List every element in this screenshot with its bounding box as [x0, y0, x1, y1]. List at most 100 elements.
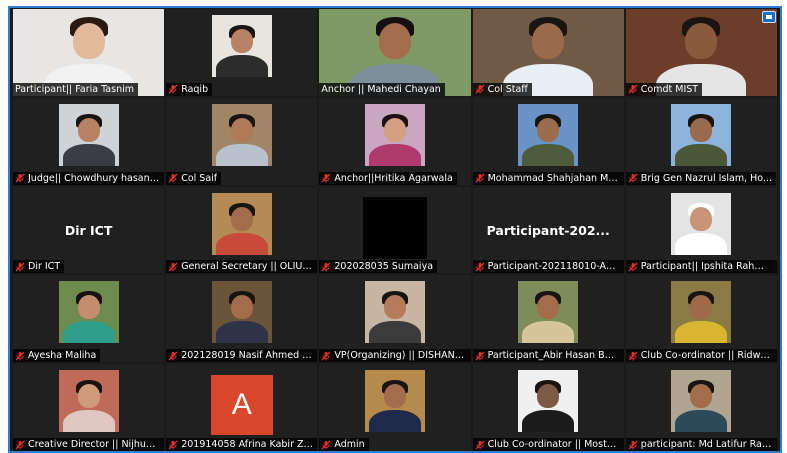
name-label-bar: participant: Md Latifur Rah... [625, 438, 777, 451]
name-label-bar: Mohammad Shahjahan MA... [472, 171, 624, 185]
name-label-bar: Dir ICT [13, 260, 65, 274]
name-label-bar: Anchor||Hritika Agarwala [319, 171, 457, 185]
participant-tile[interactable]: Anchor||Hritika Agarwala [319, 97, 471, 185]
participant-tile[interactable]: General Secretary || OLIULL... [166, 186, 318, 274]
mic-muted-icon [321, 351, 331, 361]
participant-tile[interactable]: Participant|| Faria Tasnim [13, 9, 165, 96]
participant-name: Col Staff [487, 83, 528, 95]
mic-muted-icon [168, 262, 178, 272]
participant-tile[interactable]: Creative Director || Nijhum ... [13, 364, 165, 451]
participant-name: Ayesha Maliha [28, 350, 97, 362]
participant-tile[interactable]: Mohammad Shahjahan MA... [472, 97, 624, 185]
name-label-bar: Admin [319, 438, 369, 451]
participant-display-name: Participant-202... [486, 222, 610, 238]
participant-name: General Secretary || OLIULL... [181, 261, 314, 273]
participant-tile[interactable]: 202028035 Sumaiya [319, 186, 471, 274]
participant-name: 202128019 Nasif Ahmed C... [181, 350, 314, 362]
mic-muted-icon [628, 351, 638, 361]
participant-tile[interactable]: A 201914058 Afrina Kabir Zinia [166, 364, 318, 451]
participant-tile[interactable]: Participant_Abir Hasan Bhui... [472, 275, 624, 363]
avatar: A [210, 375, 273, 436]
name-label-bar: VP(Organizing) || DISHAN ... [319, 349, 471, 363]
participant-name: 201914058 Afrina Kabir Zinia [181, 439, 314, 450]
participant-tile[interactable]: Raqib [166, 9, 318, 96]
participant-video [211, 103, 272, 166]
participant-name: Anchor||Hritika Agarwala [334, 172, 453, 184]
participant-name: Participant_Abir Hasan Bhui... [487, 350, 620, 362]
name-label-bar: Comdt MIST [625, 82, 703, 96]
participant-video [671, 192, 732, 255]
participant-name: Participant|| Faria Tasnim [15, 83, 134, 95]
participant-tile[interactable]: Ayesha Maliha [13, 275, 165, 363]
mic-muted-icon [475, 84, 485, 94]
participant-tile[interactable]: Participant|| Ipshita Rahma... [625, 186, 777, 274]
participant-name: 202028035 Sumaiya [334, 261, 434, 273]
participant-video [58, 370, 119, 433]
name-label-bar: 201914058 Afrina Kabir Zinia [166, 438, 318, 451]
participant-name: Comdt MIST [640, 83, 699, 95]
participant-tile[interactable]: 202128019 Nasif Ahmed C... [166, 275, 318, 363]
name-label-bar: Ayesha Maliha [13, 349, 101, 363]
participant-video [211, 192, 272, 255]
participant-tile[interactable]: Club Co-ordinator || Mosto... [472, 364, 624, 451]
participant-name: Participant|| Ipshita Rahma... [640, 261, 773, 273]
mic-muted-icon [321, 173, 331, 183]
mic-muted-icon [15, 173, 25, 183]
participant-video [518, 281, 579, 344]
participant-name: Creative Director || Nijhum ... [28, 439, 161, 450]
participant-video [211, 281, 272, 344]
mic-muted-icon [15, 351, 25, 361]
name-label-bar: Participant_Abir Hasan Bhui... [472, 349, 624, 363]
participant-name: participant: Md Latifur Rah... [640, 439, 773, 450]
name-label-bar: Brig Gen Nazrul Islam, Ho... [625, 171, 777, 185]
participant-video [364, 370, 425, 433]
participant-tile[interactable]: Col Saif [166, 97, 318, 185]
name-label-bar: Anchor || Mahedi Chayan [319, 82, 445, 96]
name-label-bar: Participant|| Ipshita Rahma... [625, 260, 777, 274]
participant-video [671, 103, 732, 166]
participant-video [671, 370, 732, 433]
mic-muted-icon [321, 440, 331, 450]
participant-tile[interactable]: Admin [319, 364, 471, 451]
participant-name: Anchor || Mahedi Chayan [321, 83, 441, 95]
participant-tile[interactable]: Participant-202... Participant-202118010-… [472, 186, 624, 274]
name-label-bar: Judge|| Chowdhury hasan i... [13, 171, 165, 185]
participant-video [364, 281, 425, 344]
participant-video [211, 15, 272, 77]
participant-tile[interactable]: Club Co-ordinator || Ridwa... [625, 275, 777, 363]
mic-muted-icon [15, 440, 25, 450]
name-label-bar: Club Co-ordinator || Mosto... [472, 438, 624, 451]
participant-name: Judge|| Chowdhury hasan i... [28, 172, 161, 184]
participant-tile[interactable]: VP(Organizing) || DISHAN ... [319, 275, 471, 363]
name-label-bar: Club Co-ordinator || Ridwa... [625, 349, 777, 363]
participant-video [364, 103, 425, 166]
mic-muted-icon [321, 262, 331, 272]
name-label-bar: 202128019 Nasif Ahmed C... [166, 349, 318, 363]
participant-video [671, 281, 732, 344]
mic-muted-icon [628, 84, 638, 94]
participant-name: Raqib [181, 83, 209, 95]
name-label-bar: Participant|| Faria Tasnim [13, 82, 138, 96]
participant-tile[interactable]: Judge|| Chowdhury hasan i... [13, 97, 165, 185]
participant-name: Col Saif [181, 172, 218, 184]
participant-tile[interactable]: Comdt MIST [625, 9, 777, 96]
participant-video [362, 196, 427, 259]
participant-tile[interactable]: Anchor || Mahedi Chayan [319, 9, 471, 96]
gallery-view: Participant|| Faria Tasnim Raqib Anchor ||… [8, 6, 782, 453]
participant-name: Mohammad Shahjahan MA... [487, 172, 620, 184]
mic-muted-icon [168, 351, 178, 361]
screen-share-icon[interactable] [762, 11, 776, 23]
mic-muted-icon [628, 173, 638, 183]
participant-tile[interactable]: Brig Gen Nazrul Islam, Ho... [625, 97, 777, 185]
mic-muted-icon [168, 84, 178, 94]
participant-video [518, 370, 579, 433]
participant-tile[interactable]: participant: Md Latifur Rah... [625, 364, 777, 451]
participant-tile[interactable]: Dir ICT Dir ICT [13, 186, 165, 274]
name-label-bar: Raqib [166, 82, 213, 96]
participant-tile[interactable]: Col Staff [472, 9, 624, 96]
mic-muted-icon [475, 440, 485, 450]
mic-muted-icon [475, 262, 485, 272]
participant-display-name: Dir ICT [64, 222, 113, 238]
participant-name: Participant-202118010-Anik... [487, 261, 620, 273]
participant-video [58, 281, 119, 344]
